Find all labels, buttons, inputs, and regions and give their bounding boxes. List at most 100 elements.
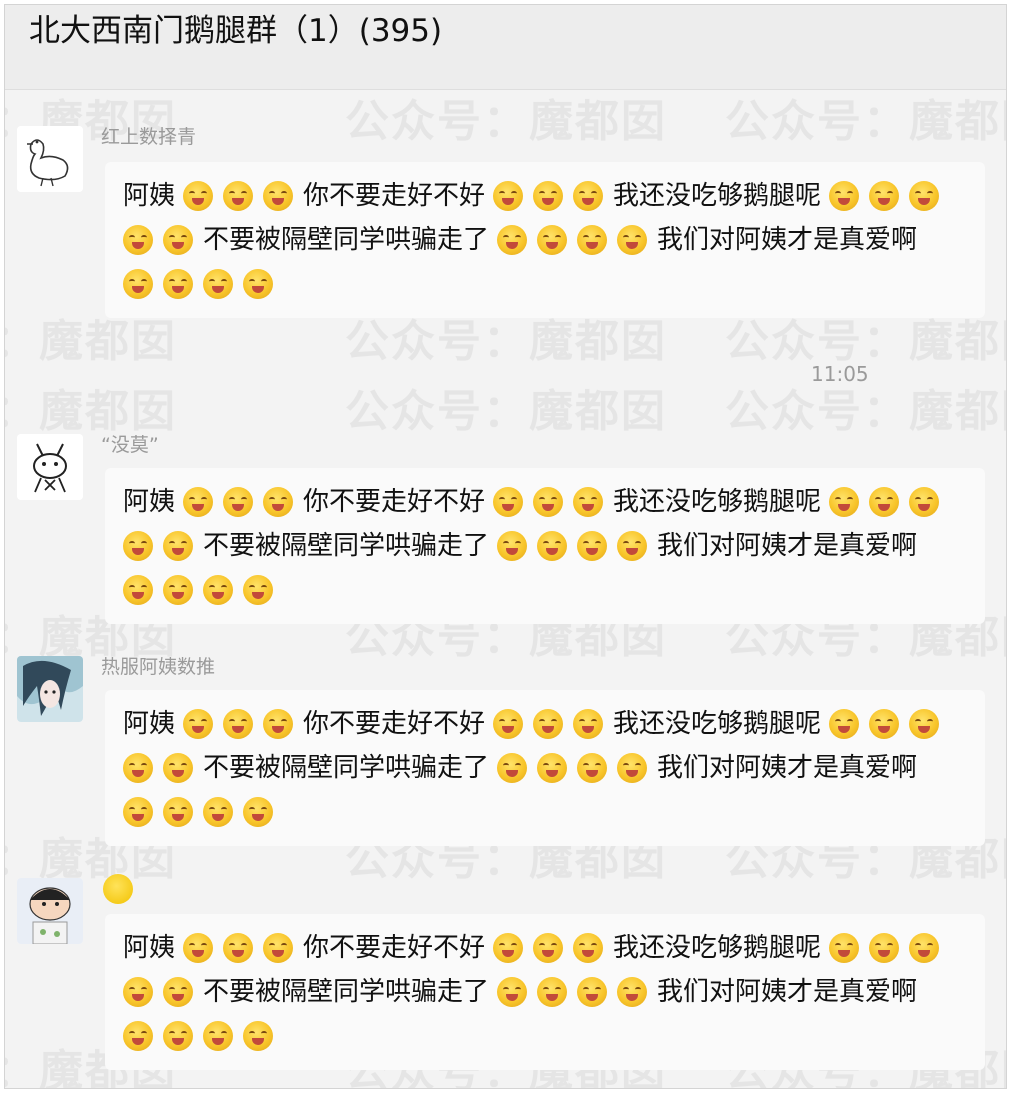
yum-face-emoji-icon [223,933,254,963]
yum-face-emoji-icon [123,977,153,1007]
yum-face-emoji-icon [829,181,860,211]
group-title[interactable]: 北大西南门鹅腿群（1）(395) [29,9,442,53]
yum-face-emoji-icon [573,933,604,963]
yum-face-emoji-icon [163,575,193,605]
chat-window: 公众号：魔都囡 公众号：魔都囡 公众号：魔都囡 公众号：魔都囡 公众号：魔都囡 … [4,4,1007,1089]
yum-face-emoji-icon [909,487,940,517]
message-line: 不要被隔壁同学哄骗走了 我们对阿姨才是真爱啊 [123,218,969,262]
yum-face-emoji-icon [577,977,608,1007]
message-text: 我还没吃够鹅腿呢 [613,181,822,211]
yum-face-emoji-icon [829,933,860,963]
yum-face-emoji-icon [537,753,568,783]
yum-face-emoji-icon [869,709,900,739]
yum-face-emoji-icon [123,797,153,827]
message-text: 阿姨 [123,181,176,211]
yum-face-emoji-icon [493,181,524,211]
yum-face-emoji-icon [533,709,564,739]
yum-face-emoji-icon [163,225,193,255]
yum-face-emoji-icon [163,977,193,1007]
yum-face-emoji-icon [123,575,153,605]
yum-face-emoji-icon [829,487,860,517]
message-bubble[interactable]: 阿姨 你不要走好不好 我还没吃够鹅腿呢 不要被隔壁同学哄骗走了 我们对阿姨才是真… [105,468,985,624]
yum-face-emoji-icon [497,753,528,783]
yum-face-emoji-icon [123,753,153,783]
yum-face-emoji-icon [533,181,564,211]
yum-face-emoji-icon [617,531,648,561]
message-line [123,1014,969,1058]
character-sketch-icon [17,434,83,500]
yum-face-emoji-icon [497,531,528,561]
cartoon-boy-avatar[interactable] [17,878,83,944]
yum-face-emoji-icon [493,487,524,517]
yum-face-emoji-icon [493,933,524,963]
message-text: 不要被隔壁同学哄骗走了 [203,531,490,561]
timestamp: 11:05 [811,362,869,386]
sender-name: “没莫” [101,434,159,456]
yum-face-emoji-icon [617,753,648,783]
yum-face-emoji-icon [577,531,608,561]
yum-face-emoji-icon [617,225,648,255]
yum-face-emoji-icon [203,1021,233,1051]
message-text: 阿姨 [123,487,176,517]
yum-face-emoji-icon [869,933,900,963]
yum-face-emoji-icon [909,181,940,211]
message-text: 我还没吃够鹅腿呢 [613,709,822,739]
message-line: 阿姨 你不要走好不好 我还没吃够鹅腿呢 [123,702,969,746]
yum-face-emoji-icon [203,575,233,605]
message-text: 我还没吃够鹅腿呢 [613,487,822,517]
yum-face-emoji-icon [163,797,193,827]
message-line: 阿姨 你不要走好不好 我还没吃够鹅腿呢 [123,926,969,970]
message-bubble[interactable]: 阿姨 你不要走好不好 我还没吃够鹅腿呢 不要被隔壁同学哄骗走了 我们对阿姨才是真… [105,162,985,318]
message-line: 阿姨 你不要走好不好 我还没吃够鹅腿呢 [123,480,969,524]
yum-face-emoji-icon [123,269,153,299]
yum-face-emoji-icon [223,487,254,517]
yum-face-emoji-icon [263,933,294,963]
yum-face-emoji-icon [493,709,524,739]
anime-girl-avatar[interactable] [17,656,83,722]
message-text: 不要被隔壁同学哄骗走了 [203,753,490,783]
yum-face-emoji-icon [829,709,860,739]
yum-face-emoji-icon [909,933,940,963]
yum-face-emoji-icon [163,1021,193,1051]
character-sketch-avatar[interactable] [17,434,83,500]
yum-face-emoji-icon [243,575,273,605]
yum-face-emoji-icon [537,225,568,255]
yum-face-emoji-icon [263,181,294,211]
message-text: 你不要走好不好 [303,933,486,963]
message-line: 不要被隔壁同学哄骗走了 我们对阿姨才是真爱啊 [123,970,969,1014]
yum-face-emoji-icon [123,531,153,561]
message-bubble[interactable]: 阿姨 你不要走好不好 我还没吃够鹅腿呢 不要被隔壁同学哄骗走了 我们对阿姨才是真… [105,690,985,846]
message-line [123,790,969,834]
message-text: 阿姨 [123,709,176,739]
goose-icon [17,126,83,192]
message-text: 我们对阿姨才是真爱啊 [657,531,918,561]
message-line [123,262,969,306]
yum-face-emoji-icon [183,933,214,963]
message-list[interactable]: 红上数择青 阿姨 你不要走好不好 我还没吃够鹅腿呢 不要被隔壁同学哄骗走了 我们… [5,90,1006,1088]
yum-face-emoji-icon [577,753,608,783]
yum-face-emoji-icon [203,797,233,827]
yum-face-emoji-icon [223,181,254,211]
message-text: 你不要走好不好 [303,181,486,211]
message-line: 不要被隔壁同学哄骗走了 我们对阿姨才是真爱啊 [123,524,969,568]
yum-face-emoji-icon [183,487,214,517]
yum-face-emoji-icon [163,753,193,783]
yum-face-emoji-icon [163,531,193,561]
yum-face-emoji-icon [533,933,564,963]
goose-avatar[interactable] [17,126,83,192]
message-text: 我们对阿姨才是真爱啊 [657,753,918,783]
yum-face-emoji-icon [537,531,568,561]
yum-face-emoji-icon [909,709,940,739]
chat-header: 北大西南门鹅腿群（1）(395) [5,5,1006,90]
sun-emoji-icon [103,874,133,904]
yum-face-emoji-icon [533,487,564,517]
yum-face-emoji-icon [573,487,604,517]
message-text: 阿姨 [123,933,176,963]
yum-face-emoji-icon [869,487,900,517]
yum-face-emoji-icon [183,709,214,739]
anime-girl-icon [17,656,83,722]
message-text: 我们对阿姨才是真爱啊 [657,977,918,1007]
message-bubble[interactable]: 阿姨 你不要走好不好 我还没吃够鹅腿呢 不要被隔壁同学哄骗走了 我们对阿姨才是真… [105,914,985,1070]
yum-face-emoji-icon [203,269,233,299]
yum-face-emoji-icon [497,977,528,1007]
